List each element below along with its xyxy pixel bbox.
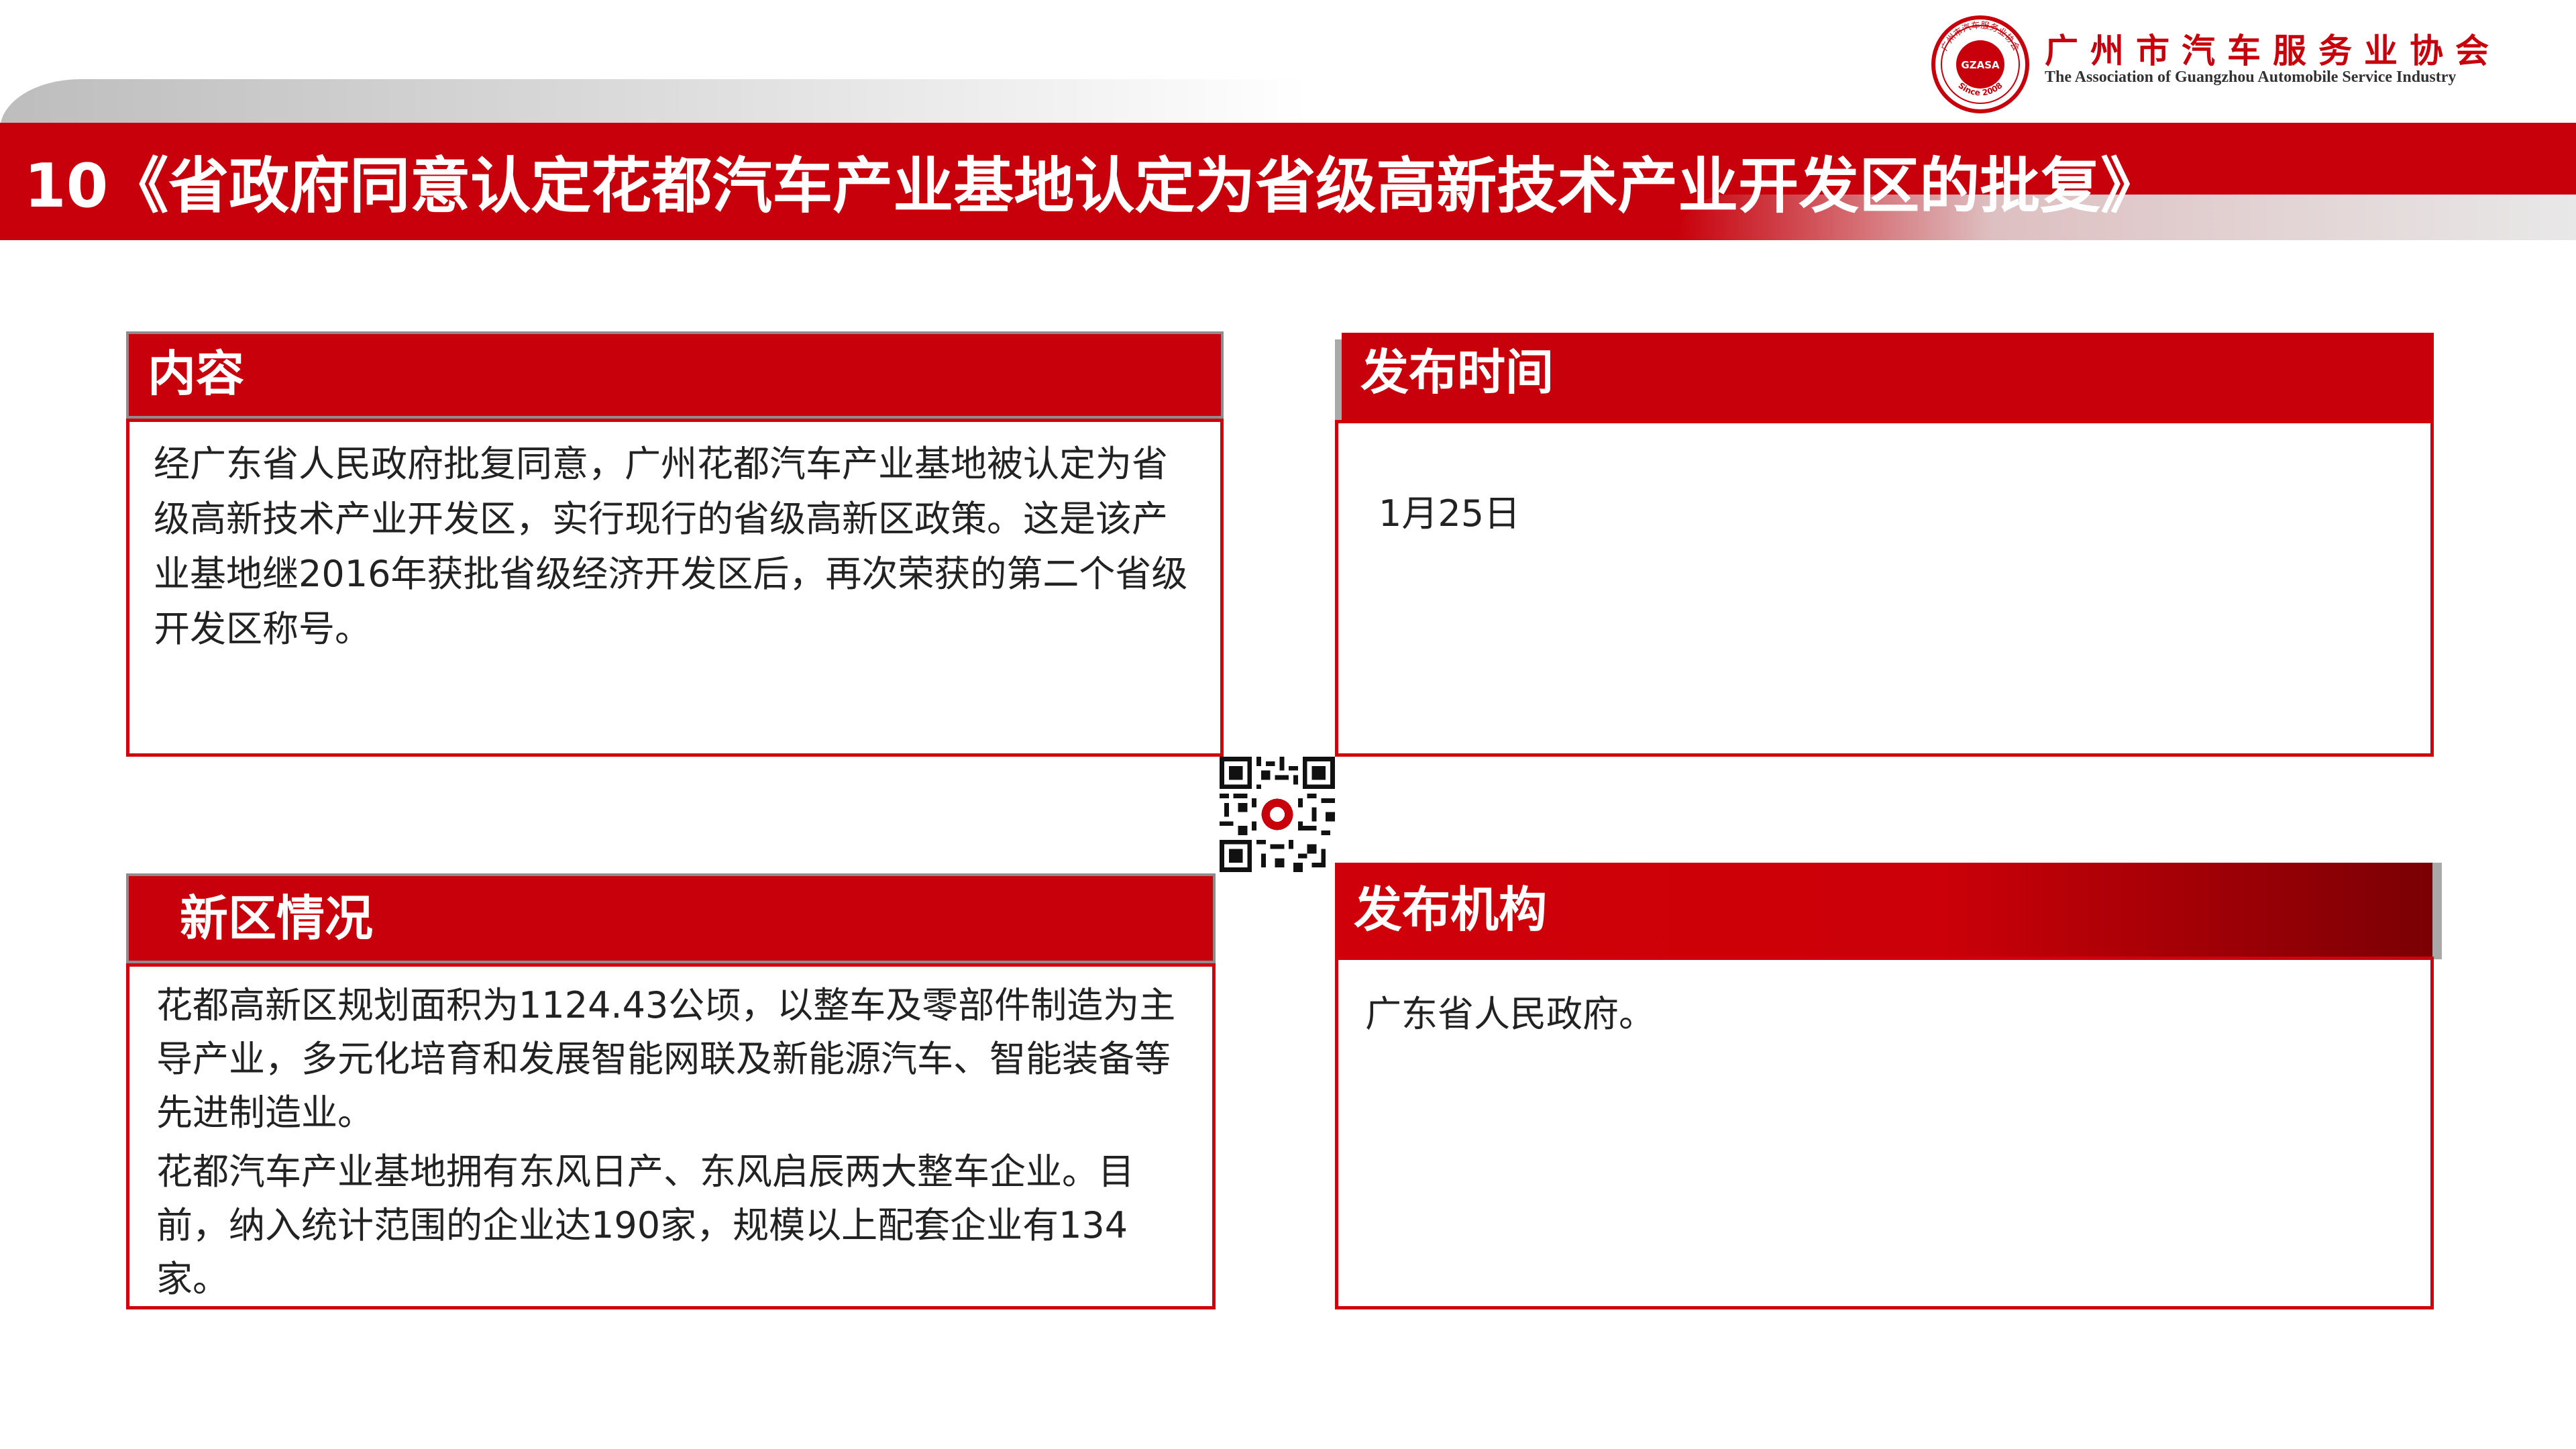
new-zone-paragraph-1: 花都高新区规划面积为1124.43公顷，以整车及零部件制造为主导产业，多元化培育… (156, 984, 1176, 1134)
content-panel-header: 内容 (126, 331, 1224, 419)
publisher-panel-body: 广东省人民政府。 (1335, 957, 2434, 1309)
header-swoosh (0, 79, 1308, 129)
qr-code-icon (1220, 757, 1335, 872)
new-zone-panel-body: 花都高新区规划面积为1124.43公顷，以整车及零部件制造为主导产业，多元化培育… (126, 963, 1216, 1309)
new-zone-panel-header: 新区情况 (126, 873, 1216, 963)
publisher-text: 广东省人民政府。 (1365, 993, 1655, 1035)
publish-time-panel-body: 1月25日 (1335, 420, 2434, 757)
svg-text:GZASA: GZASA (1961, 59, 2000, 71)
content-text: 经广东省人民政府批复同意，广州花都汽车产业基地被认定为省级高新技术产业开发区，实… (154, 443, 1188, 650)
association-seal-icon: 广州市汽车服务业协会 Since 2008 GZASA (1931, 15, 2029, 113)
content-panel-body: 经广东省人民政府批复同意，广州花都汽车产业基地被认定为省级高新技术产业开发区，实… (126, 419, 1224, 757)
association-name-cn: 广州市汽车服务业协会 (2045, 32, 2501, 70)
association-name-en: The Association of Guangzhou Automobile … (2045, 68, 2457, 86)
publish-time-panel-header: 发布时间 (1342, 333, 2434, 420)
publish-time-text: 1月25日 (1379, 492, 1521, 535)
page-title: 10《省政府同意认定花都汽车产业基地认定为省级高新技术产业开发区的批复》 (24, 151, 2161, 221)
publisher-panel-header: 发布机构 (1335, 863, 2432, 957)
new-zone-paragraph-2: 花都汽车产业基地拥有东风日产、东风启辰两大整车企业。目前，纳入统计范围的企业达1… (156, 1150, 1134, 1300)
